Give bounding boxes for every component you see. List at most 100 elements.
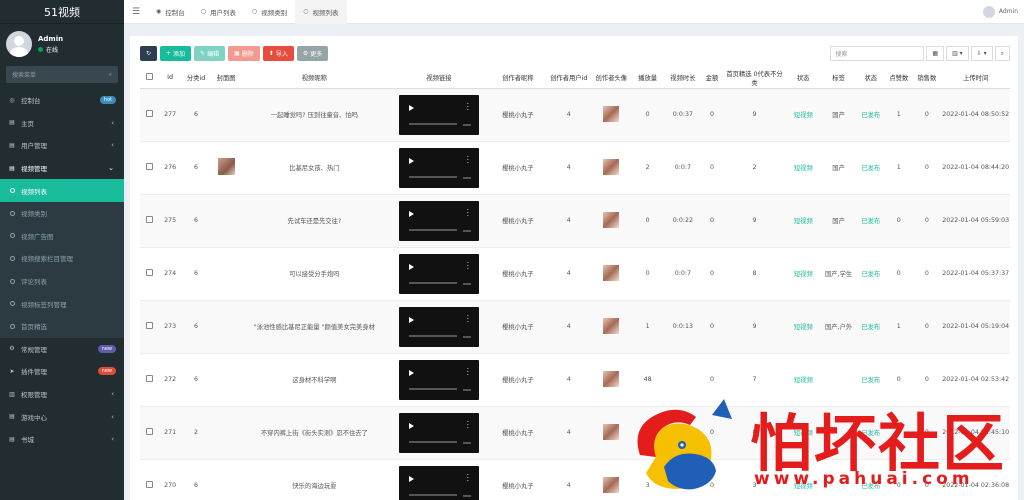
progress-bar[interactable]: [408, 123, 457, 125]
more-vertical-icon[interactable]: · · ·: [467, 206, 469, 219]
more-vertical-icon[interactable]: · · ·: [467, 471, 469, 484]
play-icon[interactable]: [408, 316, 414, 323]
table-row[interactable]: 277 6 一起睡觉吗? 压到往童音、怕吗 · · · 樱桃小丸子 4 0 0:0:37 0 9 短视频…: [140, 88, 1010, 142]
columns-button[interactable]: ▥ ▾: [946, 46, 969, 61]
sidebar-item-8[interactable]: 评论列表: [0, 269, 124, 293]
video-player[interactable]: · · ·: [398, 253, 479, 294]
table-row[interactable]: 274 6 可以接受分手炮吗 · · · 樱桃小丸子 4 0 0:0:7 0 8 短视频 国产,学生 已发布…: [140, 247, 1010, 301]
creator-avatar[interactable]: [603, 317, 620, 334]
progress-bar[interactable]: [408, 282, 457, 284]
sidebar-item-13[interactable]: ▥ 权限管理 ‹: [0, 383, 124, 406]
sidebar-item-1[interactable]: ▤ 主页 ‹: [0, 112, 124, 135]
sidebar-item-9[interactable]: 视频标签列管理: [0, 292, 124, 315]
sidebar-item-14[interactable]: ▤ 游戏中心 ‹: [0, 405, 124, 428]
row-checkbox[interactable]: [145, 269, 153, 276]
sidebar-search-input[interactable]: 搜索菜单 ⌕: [6, 66, 118, 83]
play-icon[interactable]: [408, 422, 414, 429]
sidebar-item-0[interactable]: ◎ 控制台 hot: [0, 89, 124, 112]
sidebar-item-6[interactable]: 视频广告图: [0, 224, 124, 248]
video-player[interactable]: · · ·: [398, 147, 479, 188]
progress-bar[interactable]: [408, 441, 457, 443]
more-vertical-icon[interactable]: · · ·: [467, 418, 469, 431]
sidebar-item-12[interactable]: ➤ 插件管理 new: [0, 360, 124, 383]
volume-bar[interactable]: [462, 442, 471, 444]
play-icon[interactable]: [408, 157, 414, 164]
tab-2[interactable]: ○ 视频类别: [244, 0, 295, 24]
import-button[interactable]: ⬆ 导入: [262, 46, 294, 61]
tab-0[interactable]: ◉ 控制台: [148, 0, 193, 24]
volume-bar[interactable]: [462, 283, 471, 285]
creator-avatar[interactable]: [603, 370, 620, 387]
more-vertical-icon[interactable]: · · ·: [467, 153, 469, 166]
row-checkbox[interactable]: [145, 322, 153, 329]
creator-avatar[interactable]: [603, 264, 620, 281]
creator-avatar[interactable]: [603, 423, 620, 440]
more-vertical-icon[interactable]: · · ·: [467, 365, 469, 378]
video-player[interactable]: · · ·: [398, 200, 479, 241]
progress-bar[interactable]: [408, 229, 457, 231]
search-button[interactable]: ⌕: [994, 46, 1010, 61]
row-checkbox[interactable]: [145, 375, 153, 382]
progress-bar[interactable]: [408, 388, 457, 390]
volume-bar[interactable]: [462, 336, 471, 338]
add-button[interactable]: + 添加: [160, 46, 192, 61]
cover-image[interactable]: [217, 158, 235, 175]
sidebar-item-4[interactable]: 视频列表: [0, 179, 124, 202]
video-player[interactable]: · · ·: [398, 465, 479, 500]
sidebar-item-15[interactable]: ▤ 书城 ‹: [0, 428, 124, 451]
video-player[interactable]: · · ·: [398, 306, 479, 347]
more-vertical-icon[interactable]: · · ·: [467, 100, 469, 113]
play-icon[interactable]: [408, 104, 414, 111]
volume-bar[interactable]: [462, 495, 471, 497]
sidebar-item-11[interactable]: ⚙ 常规管理 new: [0, 338, 124, 361]
play-icon[interactable]: [408, 475, 414, 482]
column-header[interactable]: [140, 68, 159, 89]
export-button[interactable]: ⇩ ▾: [970, 46, 993, 61]
creator-avatar[interactable]: [603, 158, 620, 175]
volume-bar[interactable]: [462, 177, 471, 179]
sidebar-item-5[interactable]: 视频类别: [0, 201, 124, 225]
row-checkbox[interactable]: [145, 163, 153, 170]
creator-avatar[interactable]: [603, 211, 620, 228]
select-all-checkbox[interactable]: [145, 73, 153, 81]
more-vertical-icon[interactable]: · · ·: [467, 259, 469, 272]
play-icon[interactable]: [408, 210, 414, 217]
video-player[interactable]: · · ·: [398, 359, 479, 400]
play-icon[interactable]: [408, 369, 414, 376]
volume-bar[interactable]: [462, 124, 471, 126]
progress-bar[interactable]: [408, 176, 457, 178]
progress-bar[interactable]: [408, 335, 457, 337]
cell-likes: 0: [885, 247, 913, 301]
sidebar-item-7[interactable]: 视频搜索栏目管理: [0, 247, 124, 270]
refresh-button[interactable]: ↻: [140, 46, 157, 61]
row-checkbox[interactable]: [145, 428, 153, 435]
tab-3[interactable]: ○ 视频列表: [295, 0, 347, 24]
play-icon[interactable]: [408, 263, 414, 270]
sidebar-item-3[interactable]: ▤ 视频管理 ⌄: [0, 157, 124, 180]
edit-button[interactable]: ✎ 编辑: [194, 46, 226, 61]
more-button[interactable]: ⚙ 更多: [296, 46, 329, 61]
menu-toggle-icon[interactable]: ☰: [124, 7, 148, 17]
delete-button[interactable]: ▣ 删除: [228, 46, 260, 61]
progress-bar[interactable]: [408, 494, 457, 496]
video-player[interactable]: · · ·: [398, 94, 479, 135]
table-row[interactable]: 276 6 比基尼女孩、热门 · · · 樱桃小丸子 4 2 0:0:7 0 2 短视频 国产 已发布 1 0 2…: [140, 141, 1010, 195]
app-logo[interactable]: 51视频: [0, 0, 124, 24]
row-checkbox[interactable]: [145, 216, 153, 223]
tab-1[interactable]: ○ 用户列表: [193, 0, 244, 24]
creator-avatar[interactable]: [603, 105, 620, 122]
creator-avatar[interactable]: [603, 476, 620, 493]
sidebar-item-10[interactable]: 首页精选: [0, 314, 124, 338]
table-row[interactable]: 273 6 "泳池性感比基尼正能量 "颜值美女完美身材 · · · 樱桃小丸子 4 1 0:0:1…: [140, 300, 1010, 354]
volume-bar[interactable]: [462, 230, 471, 232]
video-player[interactable]: · · ·: [398, 412, 479, 453]
row-checkbox[interactable]: [145, 481, 153, 488]
top-user[interactable]: Admin: [982, 5, 1018, 18]
volume-bar[interactable]: [462, 389, 471, 391]
sidebar-item-2[interactable]: ▤ 用户管理 ‹: [0, 134, 124, 157]
row-checkbox[interactable]: [145, 110, 153, 117]
search-input[interactable]: 搜索: [830, 46, 925, 61]
toggle-view-button[interactable]: ▦: [926, 46, 945, 61]
table-row[interactable]: 275 6 先试车还是先交往? · · · 樱桃小丸子 4 0 0:0:22 0 9 短视频 国产 已发布 0…: [140, 194, 1010, 248]
more-vertical-icon[interactable]: · · ·: [467, 312, 469, 325]
